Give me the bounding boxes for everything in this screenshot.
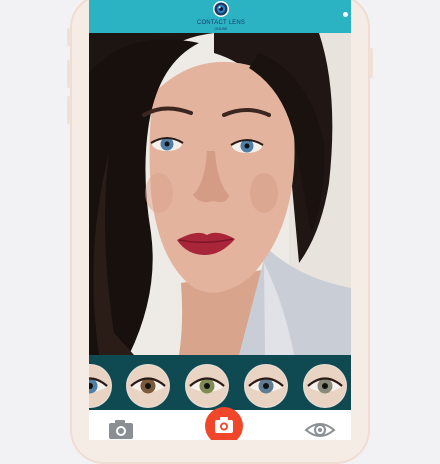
preview-toggle-button[interactable]	[303, 416, 337, 440]
camera-preview[interactable]	[89, 33, 351, 355]
shutter-button[interactable]	[205, 407, 243, 440]
lens-light[interactable]	[304, 365, 346, 407]
lens-green[interactable]	[186, 365, 228, 407]
lens-blue[interactable]	[89, 365, 111, 407]
phone-volume-down-button	[67, 96, 71, 124]
lens-eye-thumbnail	[186, 365, 228, 407]
phone-power-button	[369, 48, 373, 78]
camera-preview-face	[89, 33, 351, 355]
app-screen: CONTACT LENS ONLINE	[89, 0, 351, 440]
status-indicator	[343, 12, 348, 17]
lens-eye-thumbnail	[304, 365, 346, 407]
app-logo: CONTACT LENS ONLINE	[196, 0, 246, 33]
logo-title: CONTACT LENS	[196, 20, 246, 26]
camera-icon	[215, 417, 233, 433]
phone-side-button	[67, 28, 71, 46]
lens-eye-thumbnail	[127, 365, 169, 407]
gallery-button[interactable]	[107, 415, 137, 440]
eye-logo-icon	[213, 1, 229, 17]
logo-subtitle: ONLINE	[214, 27, 228, 31]
bottom-toolbar	[89, 407, 351, 440]
lens-grey-blue[interactable]	[245, 365, 287, 407]
lens-eye-thumbnail	[245, 365, 287, 407]
gallery-camera-icon	[109, 420, 133, 439]
lens-hazel[interactable]	[127, 365, 169, 407]
eye-icon	[304, 423, 336, 437]
lens-eye-thumbnail	[89, 365, 111, 407]
app-header: CONTACT LENS ONLINE	[89, 0, 351, 33]
lens-selector-strip	[89, 355, 351, 410]
phone-volume-up-button	[67, 60, 71, 88]
